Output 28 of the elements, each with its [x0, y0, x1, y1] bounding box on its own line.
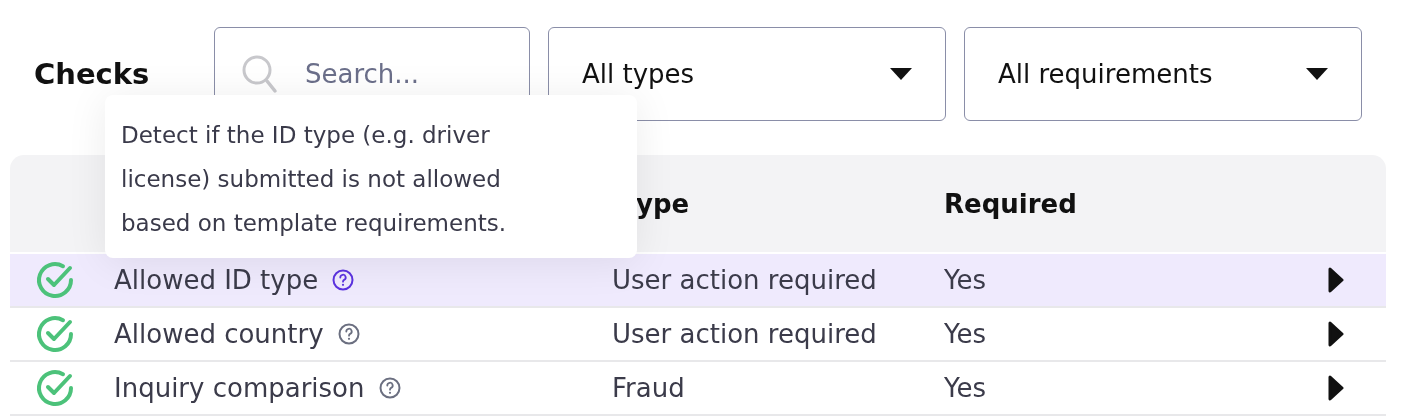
chevron-right-icon[interactable] [1328, 321, 1344, 347]
caret-icon [889, 67, 913, 81]
column-header: Required [943, 188, 1078, 219]
table-cell-text: Yes [943, 319, 987, 349]
table-cell-text: User action required [611, 265, 878, 295]
check-circle-icon [35, 368, 75, 408]
table-cell-text: Yes [943, 373, 987, 403]
help-icon[interactable] [332, 269, 355, 291]
check-name: Inquiry comparison [114, 373, 365, 403]
check-circle-icon [35, 260, 75, 300]
check-circle-icon [35, 314, 75, 354]
filter-dropdown[interactable]: All requirements [964, 27, 1362, 121]
section-title: Checks [34, 57, 151, 91]
check-name: Allowed country [114, 319, 324, 349]
search-icon [241, 54, 279, 94]
table-row[interactable]: Allowed ID type User action required Yes [10, 254, 1386, 308]
help-icon[interactable] [378, 377, 401, 399]
search-input[interactable]: Search... [303, 58, 507, 90]
column-header: ype [635, 188, 691, 219]
table-cell-text: User action required [611, 319, 878, 349]
check-name: Allowed ID type [114, 265, 319, 295]
chevron-right-icon[interactable] [1328, 267, 1344, 293]
table-cell-text: Fraud [611, 373, 686, 403]
chevron-right-icon[interactable] [1328, 375, 1344, 401]
table-cell-text: Yes [943, 265, 987, 295]
tooltip: Detect if the ID type (e.g. driver license) submitted is not allowed based on template requirements. [105, 95, 637, 258]
help-icon[interactable] [337, 323, 360, 345]
caret-icon [1305, 67, 1329, 81]
